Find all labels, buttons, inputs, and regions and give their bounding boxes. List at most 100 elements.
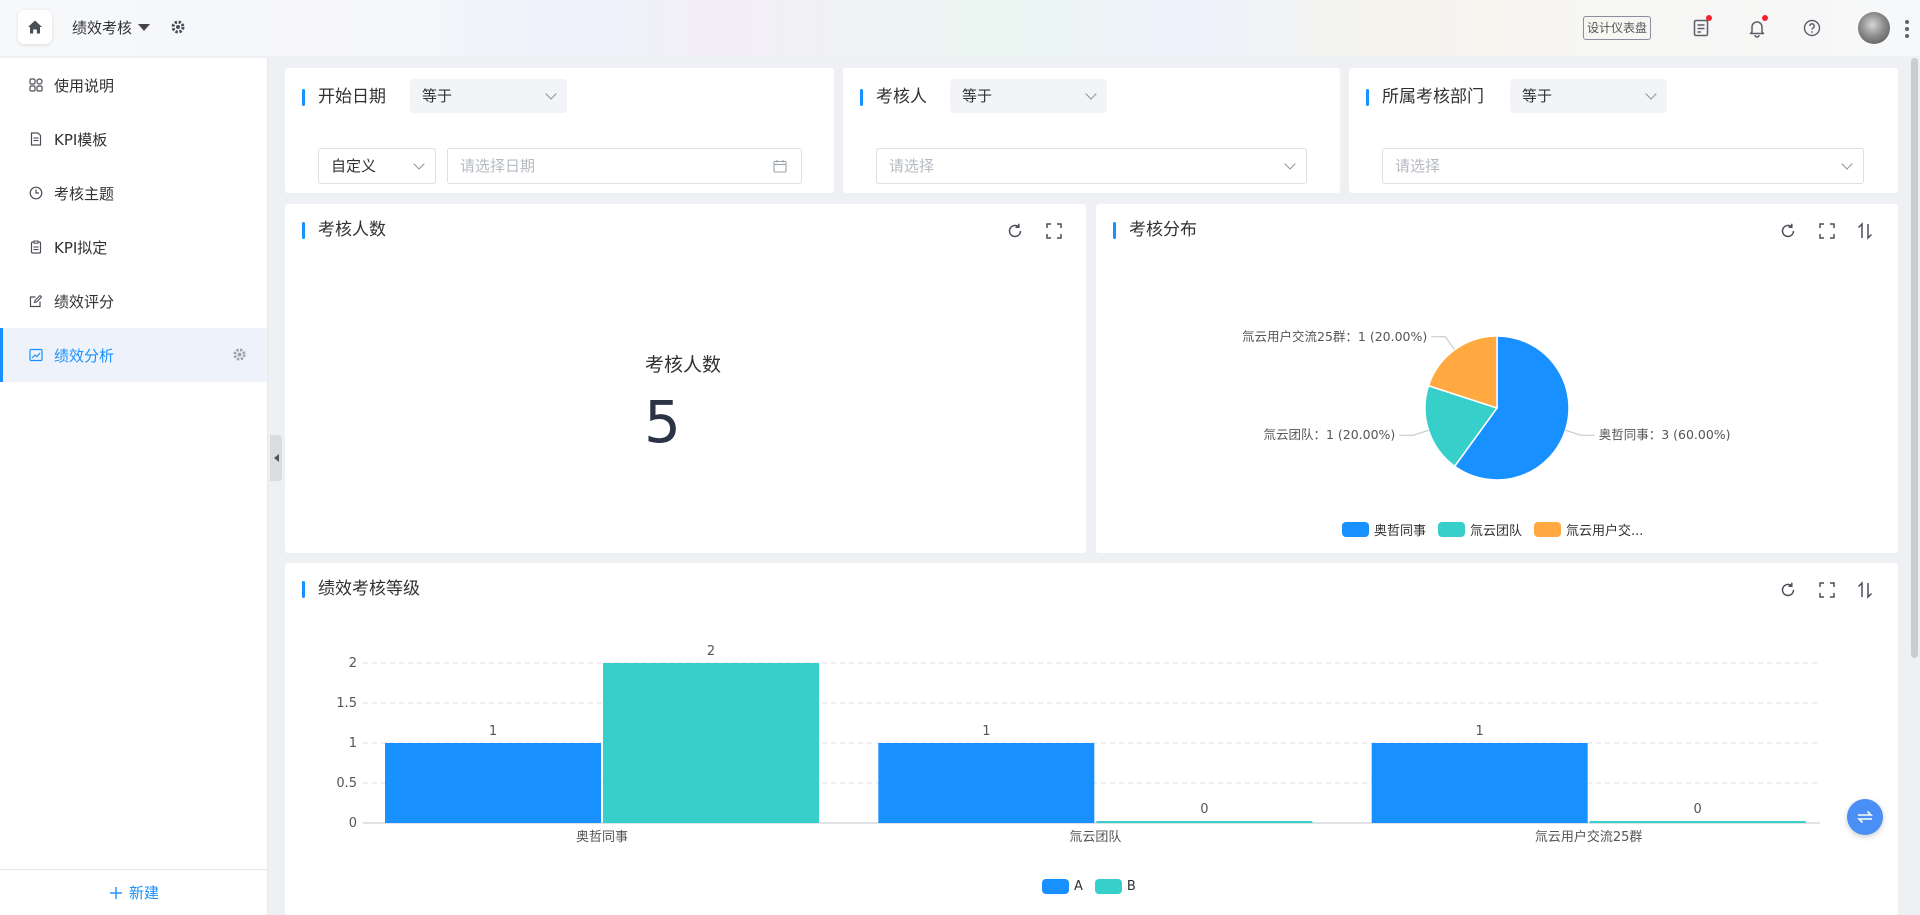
sidebar-item-label: KPI拟定 xyxy=(54,238,108,257)
bell-icon xyxy=(1749,21,1765,38)
home-icon xyxy=(28,20,42,34)
fullscreen-button[interactable] xyxy=(1043,220,1065,242)
reviewer-select[interactable]: 请选择 xyxy=(876,148,1307,184)
bar xyxy=(385,743,601,823)
x-tick-label: 氚云团队 xyxy=(1069,830,1121,845)
bar xyxy=(878,743,1095,823)
grid-icon xyxy=(28,77,44,93)
avatar[interactable] xyxy=(1858,12,1890,44)
refresh-icon xyxy=(1008,223,1022,238)
legend-swatch xyxy=(1534,522,1562,537)
department-select[interactable]: 请选择 xyxy=(1382,148,1864,184)
floating-action-button[interactable] xyxy=(1847,799,1883,835)
legend-label: 奥哲同事 xyxy=(1374,524,1427,539)
pie-chart: 奥哲同事：3 (60.00%) 氚云团队：1 (20.00%) 氚云用户交流25群：… xyxy=(1242,329,1731,481)
legend-item[interactable]: 奥哲同事 xyxy=(1342,520,1426,539)
y-tick-label: 0.5 xyxy=(336,776,357,791)
notification-dot xyxy=(1706,15,1712,21)
reviewer-placeholder: 请选择 xyxy=(889,157,935,175)
sidebar-item-label: 绩效分析 xyxy=(54,346,115,365)
legend-label: 氚云团队 xyxy=(1470,524,1523,539)
gear-icon[interactable] xyxy=(232,347,247,362)
sidebar-item-performance-scoring[interactable]: 绩效评分 xyxy=(0,274,267,328)
design-dashboard-button[interactable]: 设计仪表盘 xyxy=(1583,16,1652,40)
y-tick-label: 1.5 xyxy=(336,696,357,711)
app-switcher[interactable]: 绩效考核 xyxy=(72,17,151,38)
sidebar-item-label: 绩效评分 xyxy=(54,292,115,311)
filter-start-date: 开始日期 等于 自定义 请选择日期 xyxy=(285,68,834,193)
legend-label: A xyxy=(1074,879,1083,894)
caret-down-icon xyxy=(138,24,151,31)
headcount-label: 考核人数 xyxy=(645,354,722,376)
operator-select[interactable]: 等于 xyxy=(1510,79,1667,113)
card-title: 考核人数 xyxy=(302,220,386,240)
edit-icon xyxy=(28,293,44,309)
y-tick-label: 1 xyxy=(349,736,357,751)
refresh-button[interactable] xyxy=(1004,220,1026,242)
legend-swatch xyxy=(1042,879,1069,894)
legend-item[interactable]: B xyxy=(1094,879,1136,894)
sidebar-item-kpi-draft[interactable]: KPI拟定 xyxy=(0,220,267,274)
date-placeholder: 请选择日期 xyxy=(460,157,536,175)
top-bar: 绩效考核 设计仪表盘 xyxy=(0,0,1920,56)
chevron-down-icon xyxy=(545,88,557,100)
page-scrollbar[interactable] xyxy=(1911,58,1918,658)
notification-button[interactable] xyxy=(1745,15,1769,40)
sidebar-item-kpi-template[interactable]: KPI模板 xyxy=(0,112,267,166)
help-icon xyxy=(1803,19,1821,37)
more-icon[interactable] xyxy=(1905,20,1909,38)
legend-item[interactable]: 氚云用户交... xyxy=(1534,520,1643,539)
y-tick-label: 2 xyxy=(349,656,357,671)
operator-value: 等于 xyxy=(1522,87,1553,105)
operator-select[interactable]: 等于 xyxy=(950,79,1107,113)
chevron-down-icon xyxy=(1085,88,1097,100)
gear-icon[interactable] xyxy=(170,19,186,35)
x-tick-label: 氚云用户交流25群 xyxy=(1535,829,1643,845)
pie-label: 氚云团队：1 (20.00%) xyxy=(1263,427,1395,442)
sidebar-item-review-topic[interactable]: 考核主题 xyxy=(0,166,267,220)
operator-value: 等于 xyxy=(422,87,453,105)
help-button[interactable] xyxy=(1800,16,1824,40)
legend-label: B xyxy=(1126,879,1136,894)
bar-value-label: 0 xyxy=(1694,802,1702,817)
sidebar-item-label: KPI模板 xyxy=(54,130,108,149)
sidebar-item-performance-analysis[interactable]: 绩效分析 xyxy=(0,328,267,382)
chevron-down-icon xyxy=(1645,88,1657,100)
legend-item[interactable]: A xyxy=(1042,879,1083,894)
grade-card: 绩效考核等级 0 0.5 1 1.5 2 1 2 奥哲同事 1 0 氚云团队 1 0 氚云用户交流25群 … xyxy=(285,563,1898,915)
date-mode-select[interactable]: 自定义 xyxy=(318,148,436,184)
bar xyxy=(603,663,819,823)
home-button[interactable] xyxy=(18,10,52,44)
pie-label: 氚云用户交流25群：1 (20.00%) xyxy=(1242,329,1427,344)
chevron-down-icon xyxy=(413,158,425,170)
clipboard-icon xyxy=(28,239,44,255)
legend-item[interactable]: 氚云团队 xyxy=(1438,520,1522,539)
plus-icon xyxy=(109,886,122,899)
pie-label-line xyxy=(1431,336,1456,351)
x-tick-label: 奥哲同事 xyxy=(576,830,628,845)
bar-value-label: 1 xyxy=(489,724,497,739)
sidebar-item-label: 考核主题 xyxy=(54,184,115,203)
notification-dot xyxy=(1762,15,1768,21)
sidebar-item-label: 使用说明 xyxy=(54,76,115,95)
bar-value-label: 0 xyxy=(1200,802,1208,817)
app-title: 绩效考核 xyxy=(72,19,133,37)
bar-chart: 0 0.5 1 1.5 2 1 2 奥哲同事 1 0 氚云团队 1 0 氚云用户交流25群 xyxy=(336,644,1820,845)
department-placeholder: 请选择 xyxy=(1395,157,1441,175)
filter-title: 所属考核部门 xyxy=(1366,87,1484,107)
date-mode-value: 自定义 xyxy=(331,157,377,175)
bar xyxy=(1589,821,1806,823)
clock-icon xyxy=(28,185,44,201)
new-button[interactable]: 新建 xyxy=(0,869,268,915)
fullscreen-icon xyxy=(1046,223,1062,239)
date-picker-input[interactable]: 请选择日期 xyxy=(447,148,802,184)
pie-legend: 奥哲同事 氚云团队 氚云用户交... xyxy=(1342,520,1655,539)
new-button-label: 新建 xyxy=(128,884,159,902)
sidebar-item-instructions[interactable]: 使用说明 xyxy=(0,58,267,112)
bar-value-label: 2 xyxy=(707,644,715,659)
operator-select[interactable]: 等于 xyxy=(410,79,567,113)
headcount-card: 考核人数 考核人数 5 xyxy=(285,204,1086,553)
sidebar-collapse-toggle[interactable] xyxy=(270,435,282,481)
task-button[interactable] xyxy=(1689,15,1713,40)
chevron-down-icon xyxy=(1284,158,1296,170)
